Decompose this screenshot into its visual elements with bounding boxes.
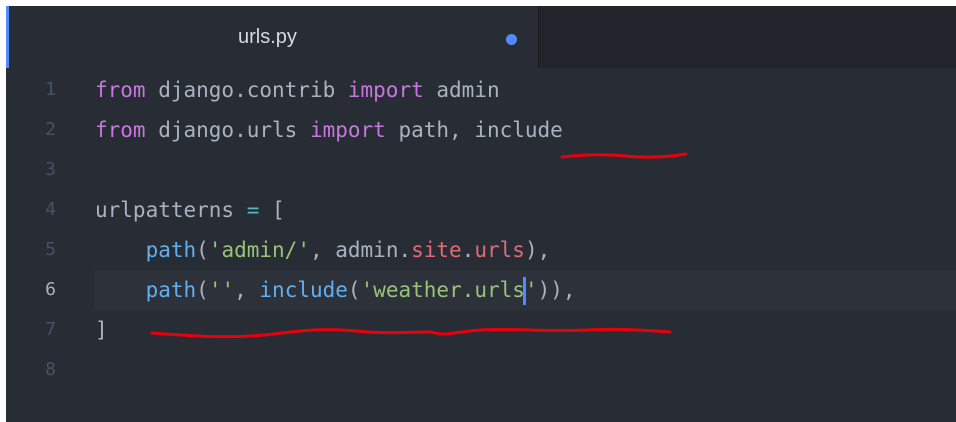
code-line[interactable]: 4 urlpatterns = [: [6, 190, 956, 230]
code-token: .: [461, 238, 475, 262]
code-token: django.urls: [145, 118, 310, 142]
line-number: 1: [45, 79, 56, 100]
code-text: ]: [95, 310, 108, 350]
code-token: 'weather.urls: [360, 278, 525, 302]
code-token: (: [347, 278, 361, 302]
code-line[interactable]: 3: [6, 150, 956, 190]
code-text: from django.urls import path, include: [95, 110, 563, 150]
code-token: =: [246, 198, 260, 222]
code-text: path('admin/', admin.site.urls),: [95, 230, 551, 270]
code-token: [: [259, 198, 285, 222]
code-token: ]: [95, 318, 108, 342]
code-line[interactable]: 2 from django.urls import path, include: [6, 110, 956, 150]
code-token: , admin.: [309, 238, 412, 262]
code-text: path('', include('weather.urls')),: [95, 270, 576, 310]
code-token: '': [208, 278, 235, 302]
code-token: ,: [234, 278, 260, 302]
code-token: urlpatterns: [95, 198, 247, 222]
code-text: urlpatterns = [: [95, 190, 285, 230]
code-token: urls: [474, 238, 525, 262]
line-number: 7: [45, 319, 56, 340]
line-number: 4: [45, 199, 56, 220]
line-number: 5: [45, 239, 56, 260]
code-line[interactable]: 5 path('admin/', admin.site.urls),: [6, 230, 956, 270]
code-text: from django.contrib import admin: [95, 70, 500, 110]
line-number: 6: [45, 279, 56, 300]
code-token: site: [411, 238, 462, 262]
code-token: admin: [423, 78, 500, 102]
code-token: 'admin/': [208, 238, 310, 262]
code-token: import: [347, 78, 424, 102]
code-token: from: [95, 118, 146, 142]
code-line[interactable]: 7]: [6, 310, 956, 350]
code-token: )),: [537, 278, 576, 302]
code-token: include: [259, 278, 348, 302]
code-token: (: [196, 238, 209, 262]
line-number: 2: [45, 119, 56, 140]
tab-urls-py[interactable]: urls.py: [6, 6, 539, 68]
code-token: path, include: [385, 118, 563, 142]
editor-window: urls.py 1 from django.contrib import admi…: [6, 6, 956, 422]
unsaved-changes-dot-icon[interactable]: [506, 34, 517, 45]
code-editor[interactable]: 1 from django.contrib import admin 2 from d…: [6, 68, 956, 422]
code-token: django.contrib: [145, 78, 348, 102]
line-number: 8: [45, 359, 56, 380]
code-token: import: [309, 118, 386, 142]
code-line[interactable]: 1 from django.contrib import admin: [6, 70, 956, 110]
code-line[interactable]: 8: [6, 350, 956, 390]
code-token: ),: [524, 238, 551, 262]
tab-bar: urls.py: [6, 6, 956, 68]
tab-title: urls.py: [238, 26, 297, 48]
code-token: path: [145, 278, 197, 302]
code-token: (: [196, 278, 209, 302]
line-number: 3: [45, 159, 56, 180]
code-token: from: [95, 78, 146, 102]
code-token: path: [145, 238, 197, 262]
code-line[interactable]: 6 path('', include('weather.urls')),: [6, 270, 956, 310]
active-tab-indicator: [6, 6, 9, 68]
code-token: ': [524, 278, 538, 302]
